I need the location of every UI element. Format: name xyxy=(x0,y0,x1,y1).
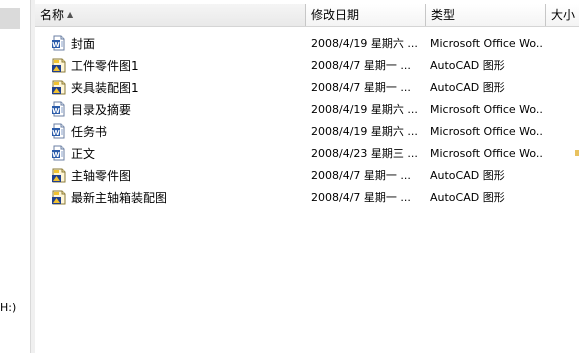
file-name: 最新主轴箱装配图 xyxy=(71,191,168,205)
partial-icon-fragment xyxy=(575,150,579,156)
file-name-cell[interactable]: 主轴零件图 xyxy=(51,165,301,187)
nav-selected-item[interactable] xyxy=(0,8,20,29)
autocad-dwg-icon xyxy=(51,189,67,205)
autocad-dwg-icon xyxy=(51,57,67,73)
file-modified-date: 2008/4/7 星期一 ... xyxy=(311,81,411,94)
file-list: 名称 ▲ 修改日期 类型 大小 W 封面 2008/4/19 星期六 ... Micr… xyxy=(35,0,579,353)
word-doc-icon: W xyxy=(51,145,67,161)
file-row[interactable]: W 正文 2008/4/23 星期三 ... Microsoft Office Wo… xyxy=(35,143,579,165)
file-name-cell[interactable]: 工件零件图1 xyxy=(51,55,301,77)
file-row[interactable]: 主轴零件图 2008/4/7 星期一 ... AutoCAD 图形 xyxy=(35,165,579,187)
file-name-cell[interactable]: W 正文 xyxy=(51,143,301,165)
file-modified-date: 2008/4/7 星期一 ... xyxy=(311,169,411,182)
svg-text:W: W xyxy=(52,41,60,49)
sort-ascending-icon: ▲ xyxy=(67,10,74,19)
file-type: AutoCAD 图形 xyxy=(430,169,505,182)
file-type: AutoCAD 图形 xyxy=(430,191,505,204)
word-doc-icon: W xyxy=(51,123,67,139)
file-name-cell[interactable]: 夹具装配图1 xyxy=(51,77,301,99)
svg-text:W: W xyxy=(52,107,60,115)
file-name: 工件零件图1 xyxy=(71,59,139,73)
file-row[interactable]: W 目录及摘要 2008/4/19 星期六 ... Microsoft Office… xyxy=(35,99,579,121)
file-modified-date: 2008/4/19 星期六 ... xyxy=(311,125,418,138)
file-name-cell[interactable]: W 封面 xyxy=(51,33,301,55)
file-modified-date: 2008/4/7 星期一 ... xyxy=(311,191,411,204)
column-header-name-label: 名称 xyxy=(40,8,65,22)
column-header-type[interactable]: 类型 xyxy=(426,4,546,26)
file-modified-date: 2008/4/19 星期六 ... xyxy=(311,103,418,116)
file-name-cell[interactable]: W 任务书 xyxy=(51,121,301,143)
file-name: 夹具装配图1 xyxy=(71,81,139,95)
column-header-type-label: 类型 xyxy=(431,8,456,22)
file-type: AutoCAD 图形 xyxy=(430,59,505,72)
file-type: Microsoft Office Wo... xyxy=(430,103,544,116)
column-header-size-label: 大小 xyxy=(551,8,576,22)
file-name: 正文 xyxy=(71,147,96,161)
column-header-size[interactable]: 大小 xyxy=(546,4,579,26)
column-header-date-label: 修改日期 xyxy=(311,8,360,22)
file-type: Microsoft Office Wo... xyxy=(430,147,544,160)
file-name-cell[interactable]: 最新主轴箱装配图 xyxy=(51,187,301,209)
svg-text:W: W xyxy=(52,151,60,159)
svg-text:W: W xyxy=(52,129,60,137)
file-rows: W 封面 2008/4/19 星期六 ... Microsoft Office Wo… xyxy=(35,33,579,209)
file-modified-date: 2008/4/23 星期三 ... xyxy=(311,147,418,160)
file-type: AutoCAD 图形 xyxy=(430,81,505,94)
file-row[interactable]: W 任务书 2008/4/19 星期六 ... Microsoft Office W… xyxy=(35,121,579,143)
file-modified-date: 2008/4/7 星期一 ... xyxy=(311,59,411,72)
file-type: Microsoft Office Wo... xyxy=(430,125,544,138)
file-type: Microsoft Office Wo... xyxy=(430,37,544,50)
nav-drive-label[interactable]: H:) xyxy=(0,300,20,316)
file-modified-date: 2008/4/19 星期六 ... xyxy=(311,37,418,50)
autocad-dwg-icon xyxy=(51,79,67,95)
column-header-name[interactable]: 名称 ▲ xyxy=(35,4,306,26)
column-header-bar: 名称 ▲ 修改日期 类型 大小 xyxy=(35,4,579,27)
file-name: 目录及摘要 xyxy=(71,103,132,117)
file-row[interactable]: W 封面 2008/4/19 星期六 ... Microsoft Office Wo… xyxy=(35,33,579,55)
word-doc-icon: W xyxy=(51,35,67,51)
file-name: 主轴零件图 xyxy=(71,169,132,183)
column-header-date[interactable]: 修改日期 xyxy=(306,4,426,26)
file-name: 任务书 xyxy=(71,125,108,139)
file-row[interactable]: 夹具装配图1 2008/4/7 星期一 ... AutoCAD 图形 xyxy=(35,77,579,99)
file-row[interactable]: 工件零件图1 2008/4/7 星期一 ... AutoCAD 图形 xyxy=(35,55,579,77)
file-name-cell[interactable]: W 目录及摘要 xyxy=(51,99,301,121)
file-name: 封面 xyxy=(71,37,96,51)
navigation-pane[interactable]: H:) xyxy=(0,0,20,353)
file-explorer: H:) 名称 ▲ 修改日期 类型 大小 W 封面 2008/4/19 星期六 ...… xyxy=(0,0,579,353)
word-doc-icon: W xyxy=(51,101,67,117)
autocad-dwg-icon xyxy=(51,167,67,183)
file-row[interactable]: 最新主轴箱装配图 2008/4/7 星期一 ... AutoCAD 图形 xyxy=(35,187,579,209)
